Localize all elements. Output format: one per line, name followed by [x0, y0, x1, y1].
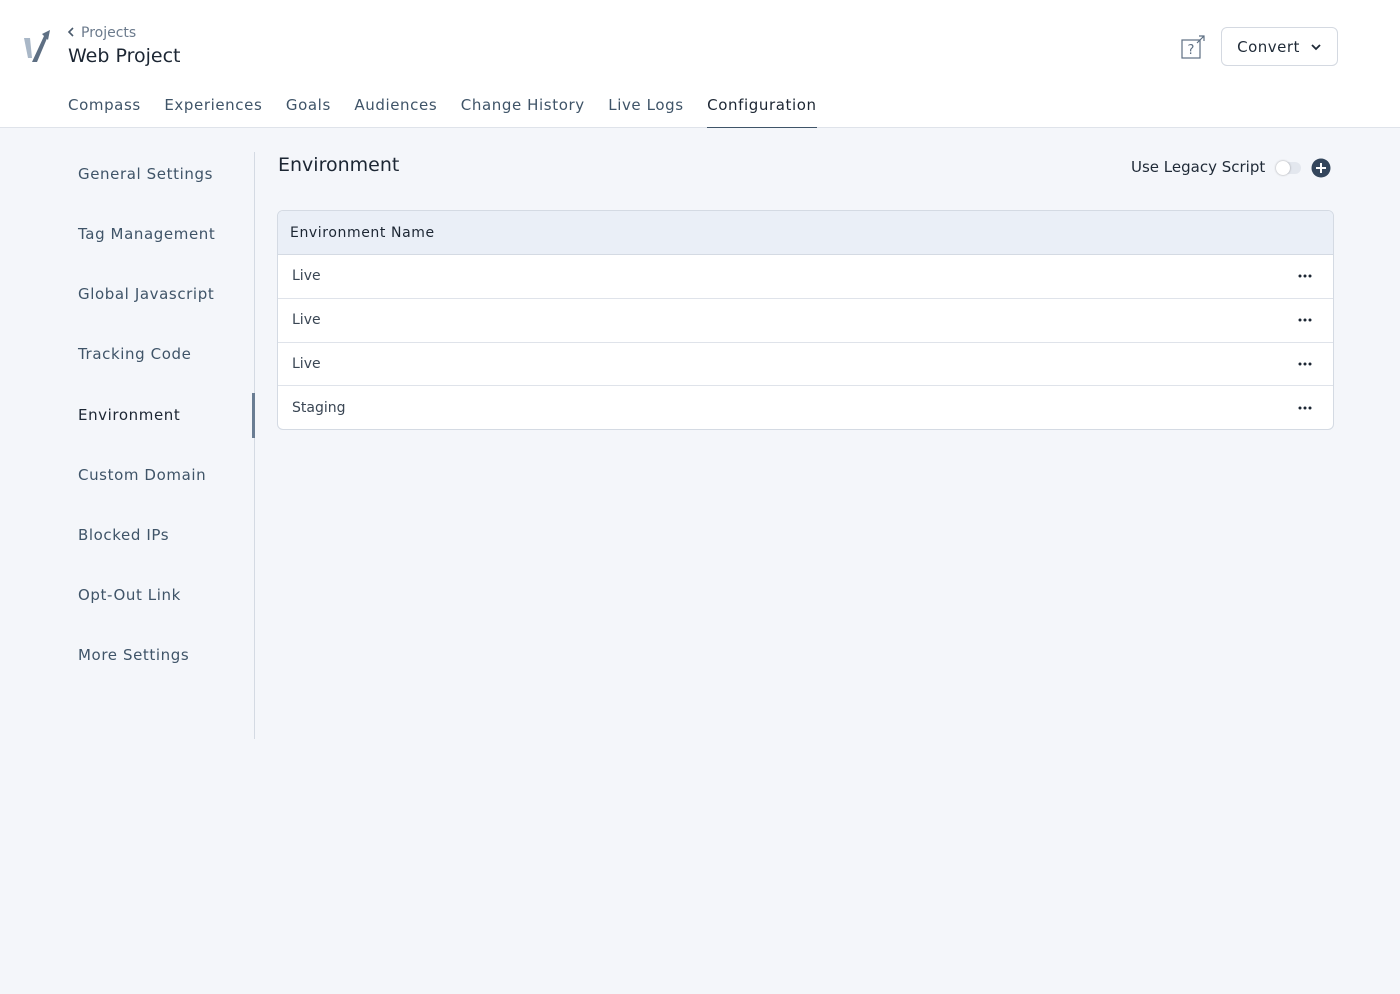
chevron-left-icon [67, 26, 75, 41]
environment-name: Live [292, 268, 321, 285]
tab-change-history[interactable]: Change History [461, 92, 585, 128]
account-dropdown-button[interactable]: Convert [1221, 27, 1338, 66]
sidebar-item-global-javascript[interactable]: Global Javascript [78, 285, 214, 303]
sidebar-active-indicator [252, 393, 255, 438]
sidebar-item-custom-domain[interactable]: Custom Domain [78, 466, 206, 484]
table-row[interactable]: Live [278, 299, 1333, 343]
environment-name: Live [292, 355, 321, 372]
table-header: Environment Name [278, 211, 1333, 255]
top-header: Projects Web Project ? Convert Compass E… [0, 0, 1400, 128]
tab-live-logs[interactable]: Live Logs [608, 92, 683, 128]
help-external-icon[interactable]: ? [1180, 34, 1206, 60]
sidebar-item-general-settings[interactable]: General Settings [78, 165, 213, 183]
sidebar-item-more-settings[interactable]: More Settings [78, 646, 189, 664]
environment-name: Staging [292, 400, 346, 417]
page-title: Web Project [68, 45, 181, 67]
table-row[interactable]: Live [278, 343, 1333, 387]
chevron-down-icon [1311, 43, 1321, 50]
legacy-script-toggle[interactable] [1276, 161, 1301, 175]
ellipsis-icon[interactable] [1297, 400, 1313, 416]
breadcrumb[interactable]: Projects [67, 25, 136, 41]
account-label: Convert [1237, 37, 1300, 56]
tab-configuration[interactable]: Configuration [707, 92, 817, 128]
sidebar-item-opt-out-link[interactable]: Opt-Out Link [78, 586, 181, 604]
sidebar-item-tag-management[interactable]: Tag Management [78, 225, 215, 243]
plus-circle-icon[interactable] [1311, 158, 1331, 178]
sidebar-item-environment[interactable]: Environment [78, 406, 180, 424]
environment-table: Environment Name Live Live Live Staging [277, 210, 1334, 430]
convert-logo-icon[interactable] [22, 28, 52, 66]
tab-compass[interactable]: Compass [68, 92, 141, 128]
ellipsis-icon[interactable] [1297, 312, 1313, 328]
column-header-environment-name: Environment Name [290, 224, 435, 241]
tab-audiences[interactable]: Audiences [354, 92, 437, 128]
legacy-script-label: Use Legacy Script [1131, 158, 1266, 176]
ellipsis-icon[interactable] [1297, 268, 1313, 284]
ellipsis-icon[interactable] [1297, 356, 1313, 372]
svg-text:?: ? [1188, 43, 1195, 58]
sidebar-item-blocked-ips[interactable]: Blocked IPs [78, 526, 169, 544]
tab-experiences[interactable]: Experiences [164, 92, 262, 128]
environment-name: Live [292, 312, 321, 329]
sidebar-item-tracking-code[interactable]: Tracking Code [78, 345, 191, 363]
breadcrumb-projects-link[interactable]: Projects [81, 25, 136, 41]
table-row[interactable]: Staging [278, 386, 1333, 429]
section-title: Environment [278, 154, 400, 176]
tab-goals[interactable]: Goals [286, 92, 331, 128]
main-tabs: Compass Experiences Goals Audiences Chan… [68, 92, 840, 128]
table-row[interactable]: Live [278, 255, 1333, 299]
